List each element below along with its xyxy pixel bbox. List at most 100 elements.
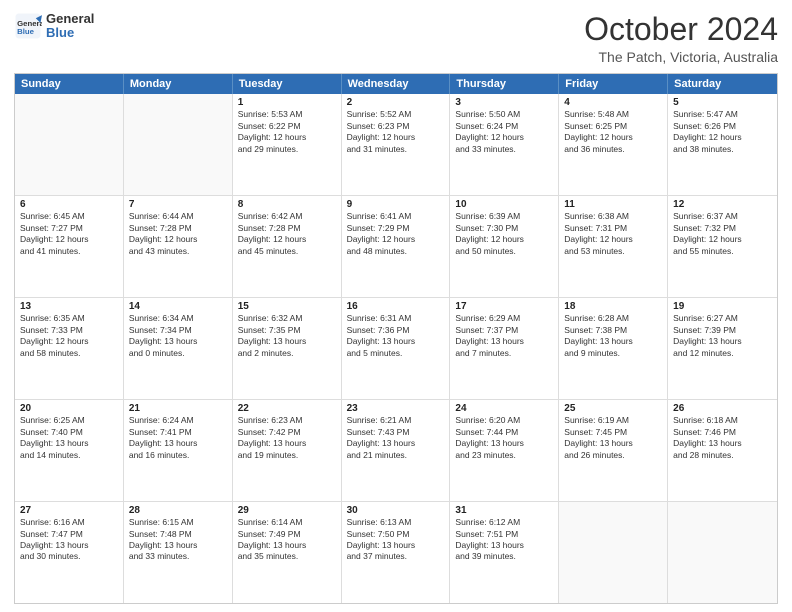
calendar-cell: 7Sunrise: 6:44 AM Sunset: 7:28 PM Daylig… [124, 196, 233, 297]
calendar-cell: 24Sunrise: 6:20 AM Sunset: 7:44 PM Dayli… [450, 400, 559, 501]
cell-text: Sunrise: 5:48 AM Sunset: 6:25 PM Dayligh… [564, 109, 662, 155]
day-number: 30 [347, 505, 445, 516]
calendar-cell: 6Sunrise: 6:45 AM Sunset: 7:27 PM Daylig… [15, 196, 124, 297]
cell-text: Sunrise: 6:38 AM Sunset: 7:31 PM Dayligh… [564, 211, 662, 257]
calendar-week-row: 1Sunrise: 5:53 AM Sunset: 6:22 PM Daylig… [15, 94, 777, 196]
day-number: 10 [455, 199, 553, 210]
cell-text: Sunrise: 6:29 AM Sunset: 7:37 PM Dayligh… [455, 313, 553, 359]
cell-text: Sunrise: 6:39 AM Sunset: 7:30 PM Dayligh… [455, 211, 553, 257]
day-number: 25 [564, 403, 662, 414]
calendar-cell: 20Sunrise: 6:25 AM Sunset: 7:40 PM Dayli… [15, 400, 124, 501]
calendar-cell: 2Sunrise: 5:52 AM Sunset: 6:23 PM Daylig… [342, 94, 451, 195]
cell-text: Sunrise: 6:24 AM Sunset: 7:41 PM Dayligh… [129, 415, 227, 461]
calendar-cell: 28Sunrise: 6:15 AM Sunset: 7:48 PM Dayli… [124, 502, 233, 603]
day-number: 27 [20, 505, 118, 516]
calendar-cell: 9Sunrise: 6:41 AM Sunset: 7:29 PM Daylig… [342, 196, 451, 297]
page-container: General Blue General Blue October 2024 T… [0, 0, 792, 612]
calendar-cell: 11Sunrise: 6:38 AM Sunset: 7:31 PM Dayli… [559, 196, 668, 297]
day-number: 13 [20, 301, 118, 312]
day-number: 8 [238, 199, 336, 210]
cell-text: Sunrise: 6:45 AM Sunset: 7:27 PM Dayligh… [20, 211, 118, 257]
day-number: 9 [347, 199, 445, 210]
cell-text: Sunrise: 6:32 AM Sunset: 7:35 PM Dayligh… [238, 313, 336, 359]
logo-blue: Blue [46, 25, 74, 40]
day-number: 23 [347, 403, 445, 414]
calendar-cell: 22Sunrise: 6:23 AM Sunset: 7:42 PM Dayli… [233, 400, 342, 501]
cell-text: Sunrise: 6:15 AM Sunset: 7:48 PM Dayligh… [129, 517, 227, 563]
calendar-body: 1Sunrise: 5:53 AM Sunset: 6:22 PM Daylig… [15, 94, 777, 603]
logo: General Blue General Blue [14, 12, 94, 41]
calendar-week-row: 13Sunrise: 6:35 AM Sunset: 7:33 PM Dayli… [15, 298, 777, 400]
logo-text-block: General Blue [46, 12, 94, 41]
calendar-cell [559, 502, 668, 603]
cell-text: Sunrise: 6:12 AM Sunset: 7:51 PM Dayligh… [455, 517, 553, 563]
calendar-header: SundayMondayTuesdayWednesdayThursdayFrid… [15, 74, 777, 94]
calendar-cell: 14Sunrise: 6:34 AM Sunset: 7:34 PM Dayli… [124, 298, 233, 399]
cell-text: Sunrise: 6:28 AM Sunset: 7:38 PM Dayligh… [564, 313, 662, 359]
cell-text: Sunrise: 6:42 AM Sunset: 7:28 PM Dayligh… [238, 211, 336, 257]
calendar-cell: 31Sunrise: 6:12 AM Sunset: 7:51 PM Dayli… [450, 502, 559, 603]
cell-text: Sunrise: 6:13 AM Sunset: 7:50 PM Dayligh… [347, 517, 445, 563]
calendar-cell: 30Sunrise: 6:13 AM Sunset: 7:50 PM Dayli… [342, 502, 451, 603]
cal-header-cell: Tuesday [233, 74, 342, 94]
cal-header-cell: Thursday [450, 74, 559, 94]
cell-text: Sunrise: 6:25 AM Sunset: 7:40 PM Dayligh… [20, 415, 118, 461]
day-number: 24 [455, 403, 553, 414]
calendar-cell: 10Sunrise: 6:39 AM Sunset: 7:30 PM Dayli… [450, 196, 559, 297]
cal-header-cell: Friday [559, 74, 668, 94]
day-number: 31 [455, 505, 553, 516]
calendar-cell: 26Sunrise: 6:18 AM Sunset: 7:46 PM Dayli… [668, 400, 777, 501]
calendar-cell [15, 94, 124, 195]
day-number: 6 [20, 199, 118, 210]
calendar-cell: 19Sunrise: 6:27 AM Sunset: 7:39 PM Dayli… [668, 298, 777, 399]
svg-text:Blue: Blue [17, 27, 35, 36]
day-number: 5 [673, 97, 772, 108]
calendar-cell: 27Sunrise: 6:16 AM Sunset: 7:47 PM Dayli… [15, 502, 124, 603]
day-number: 29 [238, 505, 336, 516]
day-number: 20 [20, 403, 118, 414]
cell-text: Sunrise: 6:27 AM Sunset: 7:39 PM Dayligh… [673, 313, 772, 359]
cell-text: Sunrise: 6:34 AM Sunset: 7:34 PM Dayligh… [129, 313, 227, 359]
main-title: October 2024 [584, 12, 778, 47]
cell-text: Sunrise: 6:20 AM Sunset: 7:44 PM Dayligh… [455, 415, 553, 461]
day-number: 18 [564, 301, 662, 312]
calendar-cell: 21Sunrise: 6:24 AM Sunset: 7:41 PM Dayli… [124, 400, 233, 501]
title-block: October 2024 The Patch, Victoria, Austra… [584, 12, 778, 65]
calendar: SundayMondayTuesdayWednesdayThursdayFrid… [14, 73, 778, 604]
day-number: 12 [673, 199, 772, 210]
calendar-cell: 13Sunrise: 6:35 AM Sunset: 7:33 PM Dayli… [15, 298, 124, 399]
day-number: 26 [673, 403, 772, 414]
calendar-cell: 5Sunrise: 5:47 AM Sunset: 6:26 PM Daylig… [668, 94, 777, 195]
logo-icon: General Blue [14, 12, 42, 40]
calendar-cell [668, 502, 777, 603]
cell-text: Sunrise: 6:41 AM Sunset: 7:29 PM Dayligh… [347, 211, 445, 257]
calendar-cell: 23Sunrise: 6:21 AM Sunset: 7:43 PM Dayli… [342, 400, 451, 501]
calendar-cell: 16Sunrise: 6:31 AM Sunset: 7:36 PM Dayli… [342, 298, 451, 399]
calendar-cell [124, 94, 233, 195]
page-header: General Blue General Blue October 2024 T… [14, 12, 778, 65]
cell-text: Sunrise: 5:53 AM Sunset: 6:22 PM Dayligh… [238, 109, 336, 155]
cell-text: Sunrise: 6:23 AM Sunset: 7:42 PM Dayligh… [238, 415, 336, 461]
day-number: 17 [455, 301, 553, 312]
calendar-cell: 18Sunrise: 6:28 AM Sunset: 7:38 PM Dayli… [559, 298, 668, 399]
day-number: 16 [347, 301, 445, 312]
day-number: 14 [129, 301, 227, 312]
day-number: 11 [564, 199, 662, 210]
calendar-cell: 8Sunrise: 6:42 AM Sunset: 7:28 PM Daylig… [233, 196, 342, 297]
cell-text: Sunrise: 5:50 AM Sunset: 6:24 PM Dayligh… [455, 109, 553, 155]
calendar-cell: 4Sunrise: 5:48 AM Sunset: 6:25 PM Daylig… [559, 94, 668, 195]
cal-header-cell: Saturday [668, 74, 777, 94]
cal-header-cell: Wednesday [342, 74, 451, 94]
cell-text: Sunrise: 6:18 AM Sunset: 7:46 PM Dayligh… [673, 415, 772, 461]
day-number: 2 [347, 97, 445, 108]
calendar-cell: 25Sunrise: 6:19 AM Sunset: 7:45 PM Dayli… [559, 400, 668, 501]
cell-text: Sunrise: 5:47 AM Sunset: 6:26 PM Dayligh… [673, 109, 772, 155]
subtitle: The Patch, Victoria, Australia [584, 49, 778, 65]
day-number: 7 [129, 199, 227, 210]
cell-text: Sunrise: 6:19 AM Sunset: 7:45 PM Dayligh… [564, 415, 662, 461]
day-number: 21 [129, 403, 227, 414]
calendar-week-row: 6Sunrise: 6:45 AM Sunset: 7:27 PM Daylig… [15, 196, 777, 298]
day-number: 4 [564, 97, 662, 108]
cell-text: Sunrise: 6:14 AM Sunset: 7:49 PM Dayligh… [238, 517, 336, 563]
cal-header-cell: Sunday [15, 74, 124, 94]
